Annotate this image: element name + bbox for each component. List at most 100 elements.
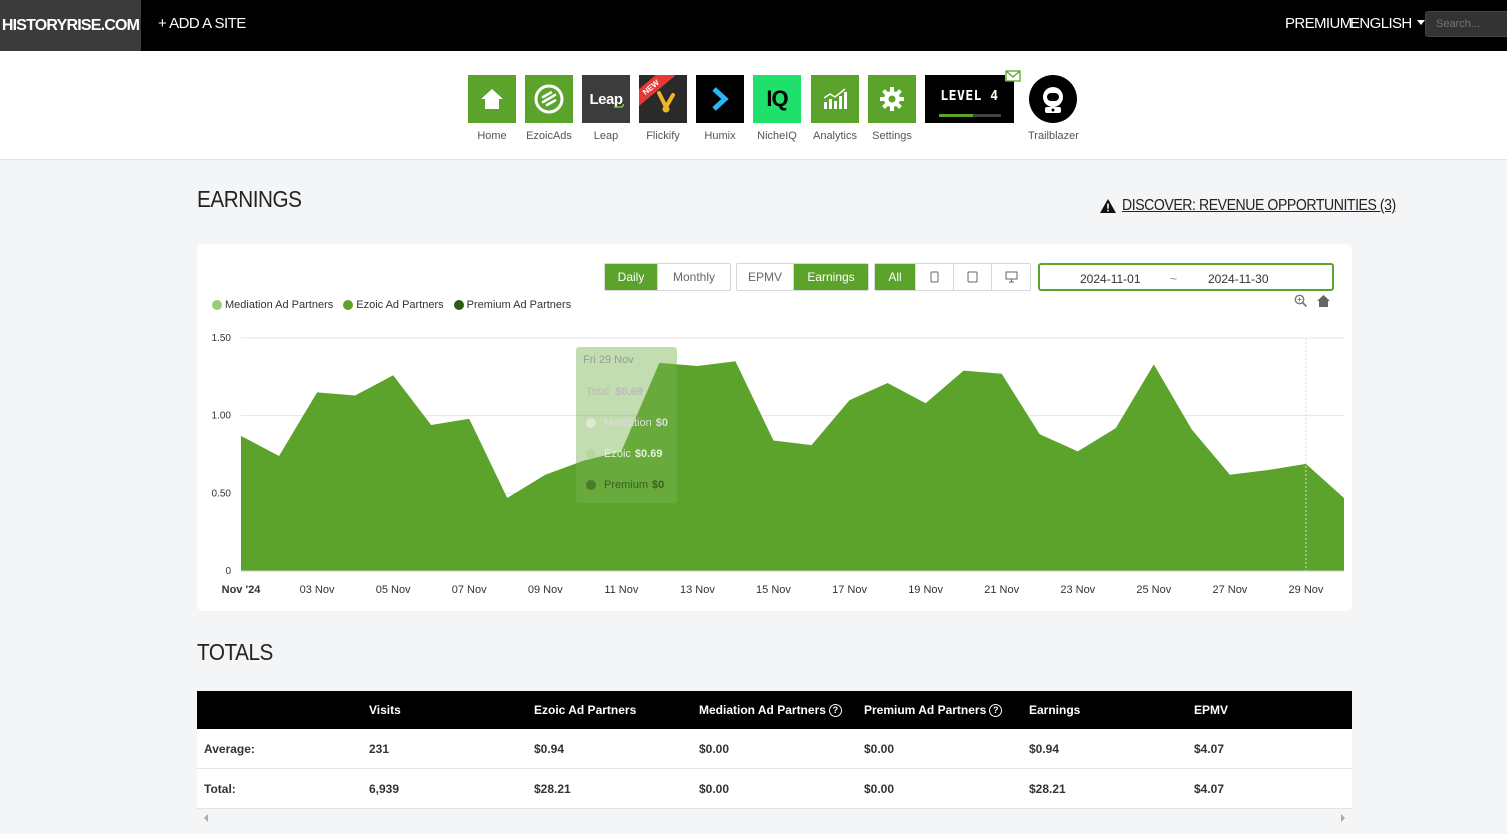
- scroll-left-icon[interactable]: [202, 813, 210, 823]
- leap-icon: Leap: [582, 75, 630, 123]
- cell-visits: 6,939: [369, 781, 400, 796]
- level-badge[interactable]: LEVEL 4: [925, 69, 1021, 123]
- totals-table: Visits Ezoic Ad Partners Mediation Ad Pa…: [197, 691, 1352, 827]
- x-tick-label: 11 Nov: [604, 584, 639, 596]
- earnings-title: EARNINGS: [197, 186, 302, 212]
- app-leap[interactable]: Leap Leap: [582, 75, 630, 142]
- x-tick-label: 19 Nov: [908, 584, 943, 596]
- app-label: EzoicAds: [526, 130, 572, 142]
- cell-premium: $0.00: [864, 741, 895, 756]
- tooltip-row-value: $0: [652, 479, 665, 491]
- totals-title: TOTALS: [197, 639, 273, 665]
- mail-icon[interactable]: [1005, 69, 1021, 82]
- tooltip-row-label: Ezoic: [604, 448, 631, 460]
- app-launcher-bar: Home EzoicAds Leap Leap NEW Flickify Hum…: [0, 51, 1507, 160]
- app-label: Analytics: [812, 130, 858, 142]
- cell-visits: 231: [369, 741, 390, 756]
- horizontal-scrollbar[interactable]: [197, 809, 1352, 827]
- flickify-icon: NEW: [639, 75, 687, 123]
- y-tick-label: 0: [225, 566, 231, 577]
- row-label: Average:: [204, 741, 255, 756]
- y-tick-label: 1.50: [212, 333, 232, 344]
- app-label: Humix: [704, 130, 736, 142]
- home-icon: [468, 75, 516, 123]
- ezoicads-icon: [525, 75, 573, 123]
- app-trailblazer[interactable]: Trailblazer: [1028, 75, 1079, 142]
- language-dropdown[interactable]: ENGLISH: [1350, 15, 1425, 32]
- x-tick-label: 25 Nov: [1136, 584, 1171, 596]
- x-tick-label: 27 Nov: [1212, 584, 1247, 596]
- y-tick-label: 1.00: [212, 411, 232, 422]
- tooltip-row-premium: Premium $0: [586, 479, 664, 491]
- discover-text: DISCOVER: REVENUE OPPORTUNITIES (3): [1122, 197, 1396, 214]
- site-name: HISTORYRISE.COM: [1, 16, 140, 34]
- tooltip-dot: [586, 480, 596, 490]
- app-label: Settings: [872, 130, 912, 142]
- cell-premium: $0.00: [864, 781, 895, 796]
- app-home[interactable]: Home: [468, 75, 516, 142]
- app-humix[interactable]: Humix: [696, 75, 744, 142]
- x-tick-label: 23 Nov: [1060, 584, 1095, 596]
- cell-ezoic: $0.94: [534, 741, 565, 756]
- x-tick-label: 17 Nov: [832, 584, 867, 596]
- x-tick-label: Nov '24: [222, 584, 262, 596]
- help-icon[interactable]: ?: [828, 703, 842, 717]
- app-ezoicads[interactable]: EzoicAds: [525, 75, 573, 142]
- level-progress-track: [939, 114, 1001, 117]
- analytics-icon: [811, 75, 859, 123]
- app-label: Trailblazer: [1028, 130, 1079, 142]
- col-mediation[interactable]: Mediation Ad Partners?: [699, 703, 842, 717]
- search-input[interactable]: [1425, 11, 1507, 37]
- tooltip-row-value: $0: [655, 417, 668, 429]
- tooltip-row-label: Premium: [604, 479, 649, 491]
- app-nicheiq[interactable]: IQ NicheIQ: [753, 75, 801, 142]
- earnings-chart-card: Daily Monthly EPMV Earnings All 2024-11-…: [197, 244, 1352, 611]
- col-ezoic[interactable]: Ezoic Ad Partners: [534, 703, 636, 717]
- chart-tooltip: Fri 29 Nov Total $0.69 Mediation $0 Ezoic…: [576, 347, 677, 503]
- site-logo[interactable]: HISTORYRISE.COM: [0, 0, 141, 51]
- col-earnings[interactable]: Earnings: [1029, 703, 1080, 717]
- ezoic-series-area: [241, 361, 1344, 571]
- language-label: ENGLISH: [1350, 15, 1412, 32]
- tooltip-dot: [586, 418, 596, 428]
- app-settings[interactable]: Settings: [868, 75, 916, 142]
- top-nav-bar: HISTORYRISE.COM + ADD A SITE PREMIUM ENG…: [0, 0, 1507, 51]
- tooltip-date: Fri 29 Nov: [583, 354, 634, 366]
- col-visits[interactable]: Visits: [369, 703, 401, 717]
- app-label: Home: [477, 130, 507, 142]
- row-label: Total:: [204, 781, 236, 796]
- humix-icon: [696, 75, 744, 123]
- x-tick-label: 15 Nov: [756, 584, 791, 596]
- x-tick-label: 09 Nov: [528, 584, 563, 596]
- x-tick-label: 03 Nov: [300, 584, 335, 596]
- earnings-area-chart[interactable]: 0 0.50 1.00 1.50 Nov '24 03 Nov 05 Nov 07 Nov 09…: [197, 244, 1352, 611]
- gear-icon: [868, 75, 916, 123]
- cell-earnings: $0.94: [1029, 741, 1060, 756]
- cell-ezoic: $28.21: [534, 781, 571, 796]
- premium-link[interactable]: PREMIUM: [1285, 15, 1352, 32]
- tooltip-row-value: $0.69: [634, 448, 663, 460]
- app-analytics[interactable]: Analytics: [811, 75, 859, 142]
- help-icon[interactable]: ?: [989, 703, 1003, 717]
- level-badge-tile: LEVEL 4: [925, 69, 1021, 123]
- app-flickify[interactable]: NEW Flickify: [639, 75, 687, 142]
- discover-revenue-link[interactable]: DISCOVER: REVENUE OPPORTUNITIES (3): [1099, 197, 1433, 215]
- table-row: Total: 6,939 $28.21 $0.00 $0.00 $28.21 $…: [197, 769, 1352, 809]
- nicheiq-icon: IQ: [753, 75, 801, 123]
- nicheiq-icon-text: IQ: [766, 86, 788, 111]
- tooltip-row-label: Mediation: [604, 417, 652, 429]
- x-tick-label: 07 Nov: [452, 584, 487, 596]
- tooltip-dot: [586, 449, 596, 459]
- x-tick-label: 13 Nov: [680, 584, 715, 596]
- col-epmv[interactable]: EPMV: [1194, 703, 1228, 717]
- scroll-right-icon[interactable]: [1339, 813, 1347, 823]
- x-tick-label: 05 Nov: [376, 584, 411, 596]
- col-premium[interactable]: Premium Ad Partners?: [864, 703, 1003, 717]
- add-site-link[interactable]: + ADD A SITE: [158, 15, 246, 32]
- tooltip-total: Total $0.69: [586, 386, 643, 398]
- tooltip-row-ezoic: Ezoic $0.69: [586, 448, 662, 460]
- x-tick-label: 21 Nov: [984, 584, 1019, 596]
- warning-icon: [1100, 199, 1116, 213]
- tooltip-total-value: $0.69: [615, 386, 643, 398]
- level-text: LEVEL 4: [940, 88, 999, 104]
